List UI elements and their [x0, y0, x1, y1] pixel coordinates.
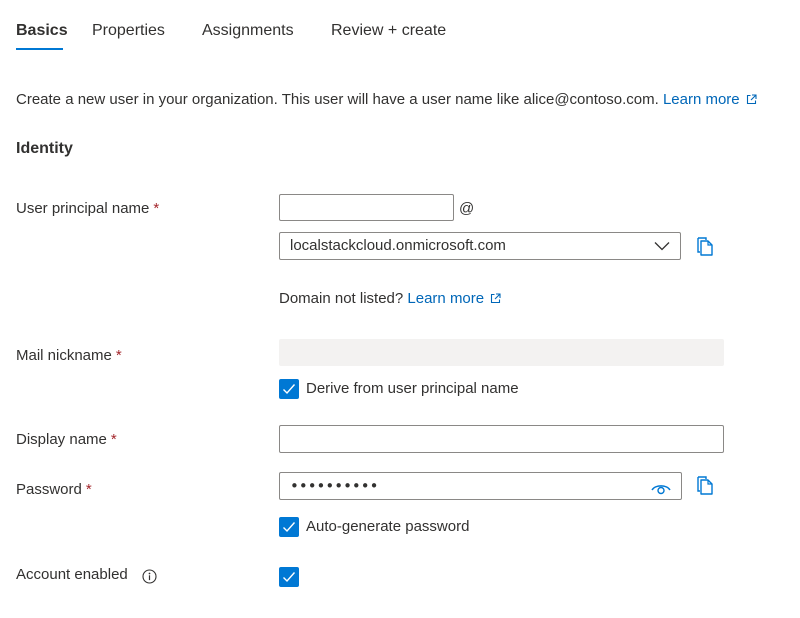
mail-nickname-label: Mail nickname * [16, 345, 122, 367]
identity-section-title: Identity [16, 140, 73, 157]
learn-more-link[interactable]: Learn more [663, 91, 757, 108]
wizard-tabs: Basics Properties Assignments Review + c… [0, 0, 800, 56]
at-symbol: @ [459, 200, 475, 217]
checkmark-icon [283, 572, 296, 583]
tab-basics[interactable]: Basics [16, 20, 68, 42]
checkmark-icon [283, 522, 296, 533]
required-marker: * [85, 481, 92, 498]
tab-properties[interactable]: Properties [92, 20, 165, 42]
domain-learn-more-label: Learn more [407, 290, 485, 307]
external-link-icon [491, 293, 501, 304]
password-input[interactable]: •••••••••• [279, 472, 682, 500]
intro-text: Create a new user in your organization. … [16, 91, 659, 108]
required-marker: * [110, 431, 117, 448]
learn-more-label: Learn more [662, 91, 740, 108]
display-name-label-text: Display name [16, 431, 107, 448]
domain-hint: Domain not listed? Learn more [279, 288, 501, 310]
domain-selected-value: localstackcloud.onmicrosoft.com [290, 237, 506, 254]
mail-nickname-label-text: Mail nickname [16, 347, 112, 364]
checkmark-icon [283, 384, 296, 395]
chevron-down-icon [654, 242, 670, 251]
display-name-label: Display name * [16, 429, 117, 451]
domain-hint-text: Domain not listed? [279, 290, 404, 307]
account-enabled-checkbox[interactable] [279, 567, 299, 587]
domain-dropdown[interactable]: localstackcloud.onmicrosoft.com [279, 232, 681, 260]
tab-review-create[interactable]: Review + create [331, 20, 446, 42]
password-label-text: Password [16, 481, 82, 498]
info-icon[interactable] [142, 569, 157, 584]
auto-generate-password-checkbox[interactable] [279, 517, 299, 537]
upn-label-text: User principal name [16, 200, 150, 217]
tab-assignments[interactable]: Assignments [202, 20, 294, 42]
intro-description: Create a new user in your organization. … [16, 89, 757, 111]
upn-input[interactable] [279, 194, 454, 221]
display-name-input[interactable] [279, 425, 724, 453]
required-marker: * [153, 200, 160, 217]
upn-label: User principal name * [16, 198, 159, 220]
copy-icon[interactable] [695, 474, 715, 496]
domain-learn-more-link[interactable]: Learn more [407, 290, 501, 307]
password-label: Password * [16, 479, 92, 501]
mail-nickname-input [279, 339, 724, 366]
account-enabled-label: Account enabled [16, 566, 128, 583]
external-link-icon [746, 94, 757, 105]
copy-icon[interactable] [695, 235, 715, 257]
active-tab-indicator [16, 48, 63, 50]
eye-icon[interactable] [651, 483, 671, 495]
required-marker: * [115, 347, 122, 364]
password-masked-value: •••••••••• [290, 477, 379, 495]
derive-from-upn-label[interactable]: Derive from user principal name [306, 378, 519, 400]
auto-generate-password-label[interactable]: Auto-generate password [306, 516, 469, 538]
derive-from-upn-checkbox[interactable] [279, 379, 299, 399]
